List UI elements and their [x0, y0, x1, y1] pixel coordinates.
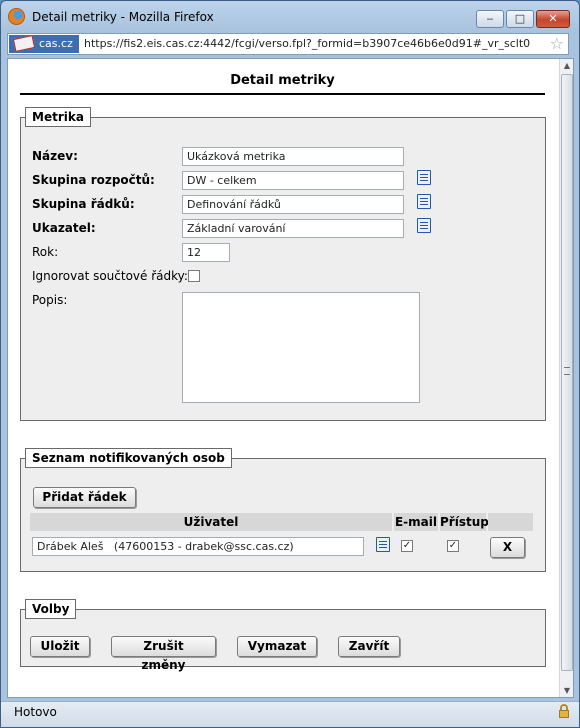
lock-icon[interactable] [559, 704, 569, 718]
skupina-rozpoctu-picker-icon[interactable] [417, 170, 431, 185]
nazev-input[interactable] [182, 147, 404, 166]
rok-label: Rok: [32, 245, 59, 259]
skupina-rozpoctu-input[interactable] [182, 171, 404, 190]
add-row-button[interactable]: Přidat řádek [33, 487, 136, 508]
skupina-radku-label: Skupina řádků: [32, 197, 135, 211]
email-checkbox[interactable]: ✓ [401, 540, 413, 552]
access-checkbox[interactable]: ✓ [447, 540, 459, 552]
notifikace-legend: Seznam notifikovaných osob [25, 448, 232, 468]
metrika-fieldset: Metrika Název: Skupina rozpočtů: Skupina… [20, 107, 546, 421]
notifikace-fieldset: Seznam notifikovaných osob Přidat řádek … [20, 448, 546, 572]
skupina-radku-picker-icon[interactable] [417, 194, 431, 209]
delete-button[interactable]: Vymazat [237, 636, 317, 657]
ukazatel-label: Ukazatel: [32, 221, 96, 235]
popis-label: Popis: [32, 293, 68, 307]
ignorovat-label: Ignorovat součtové řádky: [32, 269, 188, 283]
save-button[interactable]: Uložit [30, 636, 90, 657]
column-header-access: Přístup [440, 513, 489, 531]
close-window-button[interactable]: ✕ [536, 10, 570, 28]
table-row: ✓ ✓ X [30, 535, 533, 559]
title-bar: Detail metriky - Mozilla Firefox ‒ □ ✕ [1, 1, 579, 31]
firefox-icon [8, 8, 25, 25]
scroll-up-arrow-icon[interactable]: ▲ [561, 59, 573, 72]
column-header-actions [488, 513, 533, 531]
maximize-button[interactable]: □ [506, 10, 534, 28]
notifikace-table: Uživatel E-mail Přístup ✓ ✓ X [30, 513, 533, 563]
close-button[interactable]: Zavřít [338, 636, 400, 657]
delete-row-button[interactable]: X [490, 537, 525, 558]
user-picker-icon[interactable] [376, 537, 390, 552]
title-divider [20, 93, 545, 95]
page-content: Detail metriky Metrika Název: Skupina ro… [7, 58, 574, 698]
site-identity-badge[interactable]: cas.cz [9, 35, 79, 53]
scroll-down-arrow-icon[interactable]: ▼ [561, 684, 573, 697]
browser-window: Detail metriky - Mozilla Firefox ‒ □ ✕ c… [0, 0, 580, 728]
volby-fieldset: Volby Uložit Zrušit změny Vymazat Zavřít [20, 599, 546, 672]
url-text[interactable]: https://fis2.eis.cas.cz:4442/fcgi/verso.… [84, 37, 530, 50]
nazev-label: Název: [32, 149, 78, 163]
address-bar[interactable]: cas.cz https://fis2.eis.cas.cz:4442/fcgi… [7, 33, 569, 55]
site-identity-label: cas.cz [39, 37, 73, 50]
bookmark-star-icon[interactable]: ☆ [550, 35, 564, 53]
site-favicon-icon [12, 35, 36, 52]
rok-input[interactable] [182, 243, 230, 262]
status-text: Hotovo [14, 705, 57, 719]
metrika-legend: Metrika [25, 107, 91, 127]
ukazatel-input[interactable] [182, 219, 404, 238]
skupina-radku-input[interactable] [182, 195, 404, 214]
page-title: Detail metriky [230, 73, 335, 88]
scrollbar-thumb[interactable] [561, 74, 573, 671]
column-header-email: E-mail [394, 513, 438, 531]
minimize-button[interactable]: ‒ [476, 10, 504, 28]
column-header-user: Uživatel [30, 513, 392, 531]
volby-legend: Volby [25, 599, 77, 619]
status-bar: Hotovo [1, 701, 579, 727]
ukazatel-picker-icon[interactable] [417, 218, 431, 233]
user-input[interactable] [32, 537, 364, 556]
vertical-scrollbar[interactable]: ▲ ▼ [559, 59, 573, 697]
cancel-changes-button[interactable]: Zrušit změny [111, 636, 216, 672]
popis-textarea[interactable] [182, 292, 420, 403]
window-title: Detail metriky - Mozilla Firefox [32, 10, 214, 24]
ignorovat-checkbox[interactable] [188, 270, 200, 282]
skupina-rozpoctu-label: Skupina rozpočtů: [32, 173, 155, 187]
